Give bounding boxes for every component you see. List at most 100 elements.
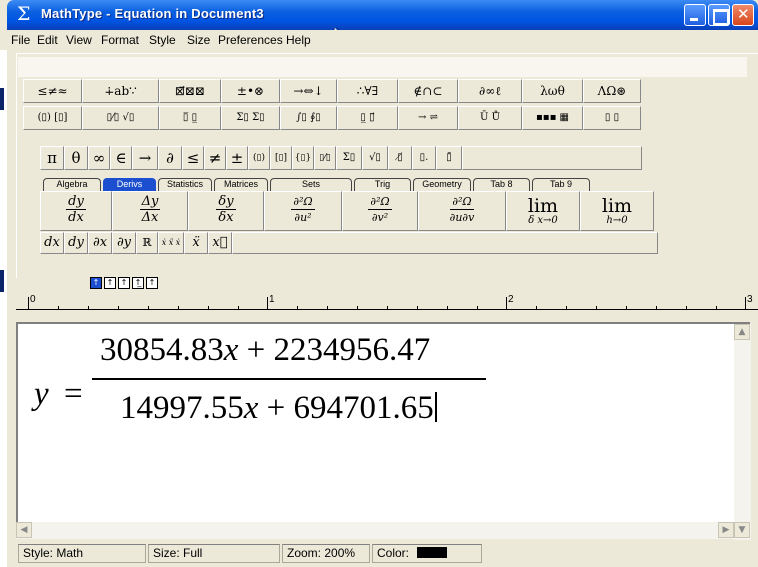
menu-view[interactable]: View (66, 33, 92, 47)
template-partial-v2[interactable]: ∂²Ω ∂v² (342, 191, 418, 231)
spaces-palette-button[interactable]: ∔ab∵ (82, 79, 159, 103)
empty-slot[interactable] (462, 146, 642, 170)
menu-help[interactable]: Help (286, 33, 311, 47)
template-partial-uv[interactable]: ∂²Ω ∂u∂v (418, 191, 506, 231)
partial-symbol[interactable]: ∂ (158, 146, 182, 170)
tab-matrices[interactable]: Matrices (214, 178, 268, 191)
ruler[interactable]: 0 1 2 3 (16, 290, 758, 320)
equation-lhs: y (34, 376, 49, 412)
boxes-palette-button[interactable]: ▯ ▯ (583, 106, 641, 130)
arrows-palette-button[interactable]: →⇔↓ (280, 79, 337, 103)
greek-upper-palette-button[interactable]: ΛΩ⊛ (583, 79, 641, 103)
template-var-delta[interactable]: δy δx (188, 191, 264, 231)
tab-sets[interactable]: Sets (270, 178, 352, 191)
theta-symbol[interactable]: θ (64, 146, 88, 170)
close-button[interactable] (732, 4, 754, 26)
size-button-5[interactable]: ↑ (146, 277, 158, 289)
matrices-palette-button[interactable]: ▪▪▪ ▦ (522, 106, 583, 130)
brackets-template[interactable]: [▯] (270, 146, 292, 170)
subsup-template[interactable]: ▯̄ (436, 146, 462, 170)
relations-palette-button[interactable]: ≤≠≈ (23, 79, 82, 103)
scroll-right-icon[interactable]: ▶ (718, 522, 734, 538)
pi-symbol[interactable]: π (40, 146, 64, 170)
fences-palette-button[interactable]: (▯) [▯] (23, 106, 82, 130)
size-button-3[interactable]: ↑ (118, 277, 130, 289)
ruler-label-0: 0 (30, 294, 36, 305)
triple-dot-x-symbol[interactable]: x⃛ (208, 232, 232, 254)
menu-size[interactable]: Size (187, 33, 210, 47)
denominator: 14997.55x + 694701.65 (120, 390, 437, 427)
status-bar: Style: Math Size: Full Zoom: 200% Color: (16, 541, 758, 567)
operators-palette-button[interactable]: ±•⊗ (221, 79, 280, 103)
template-delta-y-delta-x[interactable]: Δy Δx (112, 191, 188, 231)
not-equal-symbol[interactable]: ≠ (204, 146, 226, 170)
tab-trig[interactable]: Trig (354, 178, 411, 191)
menu-edit[interactable]: Edit (37, 33, 58, 47)
products-palette-button[interactable]: Ū Ů (458, 106, 522, 130)
dots-symbol[interactable]: ẋ ẍ ẋ (158, 232, 184, 254)
menu-format[interactable]: Format (101, 33, 139, 47)
tab-8[interactable]: Tab 8 (473, 178, 530, 191)
subscript-template[interactable]: ▯. (412, 146, 436, 170)
menu-file[interactable]: File (11, 33, 30, 47)
background-strip (0, 50, 7, 567)
misc-palette-button[interactable]: ∂∞ℓ (458, 79, 522, 103)
logic-palette-button[interactable]: ∴∀∃ (337, 79, 398, 103)
superscript-template[interactable]: ▯̸ (388, 146, 412, 170)
horizontal-scrollbar[interactable]: ◀ ▶ (16, 522, 734, 539)
labeled-arrows-palette-button[interactable]: → ⇌ (398, 106, 458, 130)
template-lim-h[interactable]: lim h→0 (580, 191, 654, 231)
tab-9[interactable]: Tab 9 (532, 178, 590, 191)
tab-algebra[interactable]: Algebra (43, 178, 101, 191)
menu-preferences[interactable]: Preferences (218, 33, 283, 47)
size-button-4[interactable]: ↑̲ (132, 277, 144, 289)
menu-style[interactable]: Style (149, 33, 176, 47)
tab-derivs[interactable]: Derivs (103, 178, 156, 191)
tab-statistics[interactable]: Statistics (158, 178, 212, 191)
fraction-template[interactable]: ▯⁄▯ (314, 146, 336, 170)
template-lim-delta[interactable]: lim δ x→0 (506, 191, 580, 231)
reals-symbol[interactable]: ℝ (136, 232, 158, 254)
less-equal-symbol[interactable]: ≤ (182, 146, 204, 170)
status-color: Color: (372, 544, 482, 563)
dy-symbol[interactable]: dy (64, 232, 88, 254)
size-button-1[interactable]: ↑ (90, 277, 102, 289)
braces-template[interactable]: {▯} (292, 146, 314, 170)
element-of-symbol[interactable]: ∈ (110, 146, 132, 170)
scripts-palette-button[interactable]: ▯̅ ▯̲ (159, 106, 221, 130)
empty-slot-row5[interactable] (232, 232, 658, 254)
fraction-bar (92, 378, 486, 380)
infinity-symbol[interactable]: ∞ (88, 146, 110, 170)
partial-y-symbol[interactable]: ∂y (112, 232, 136, 254)
double-dot-x-symbol[interactable]: ẍ (184, 232, 208, 254)
tab-geometry[interactable]: Geometry (413, 178, 471, 191)
greek-lower-palette-button[interactable]: λωθ (522, 79, 583, 103)
arrow-right-symbol[interactable]: → (132, 146, 158, 170)
maximize-button[interactable] (708, 4, 730, 26)
vertical-scrollbar[interactable]: ▲ ▼ (734, 324, 751, 540)
insertion-caret (434, 392, 437, 422)
embellishments-palette-button[interactable]: ⊠⃗⊠⊠ (159, 79, 221, 103)
template-dy-dx[interactable]: dy dx (40, 191, 112, 231)
minimize-button[interactable] (684, 4, 706, 26)
template-partial-u2[interactable]: ∂²Ω ∂u² (264, 191, 342, 231)
sets-palette-button[interactable]: ∉∩⊂ (398, 79, 458, 103)
size-button-2[interactable]: ↑ (104, 277, 116, 289)
bars-palette-button[interactable]: ▯̲ ▯⃗ (337, 106, 398, 130)
scroll-left-icon[interactable]: ◀ (16, 522, 32, 538)
fractions-palette-button[interactable]: ▯⁄▯ √▯ (82, 106, 159, 130)
dx-symbol[interactable]: dx (40, 232, 64, 254)
plus-minus-symbol[interactable]: ± (226, 146, 248, 170)
window-title: MathType - Equation in Document3 (41, 6, 264, 21)
scroll-down-icon[interactable]: ▼ (734, 522, 750, 538)
ruler-label-1: 1 (269, 294, 275, 305)
title-bar[interactable]: Σ MathType - Equation in Document3 (7, 0, 758, 30)
scroll-up-icon[interactable]: ▲ (734, 324, 750, 340)
parens-template[interactable]: (▯) (248, 146, 270, 170)
partial-x-symbol[interactable]: ∂x (88, 232, 112, 254)
summation-palette-button[interactable]: Σ▯ Σ▯ (221, 106, 280, 130)
integrals-palette-button[interactable]: ∫▯ ∮▯ (280, 106, 337, 130)
sum-template[interactable]: Σ▯ (336, 146, 362, 170)
sqrt-template[interactable]: √▯ (362, 146, 388, 170)
menu-bar: File Edit View Format Style Size Prefere… (7, 30, 758, 49)
